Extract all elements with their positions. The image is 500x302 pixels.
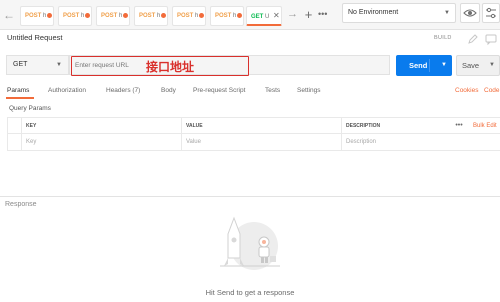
tab-method: POST (101, 13, 118, 19)
column-header-description: DESCRIPTION (341, 118, 447, 135)
unsaved-dot-icon (199, 12, 205, 18)
eye-icon (463, 9, 477, 17)
send-button-label: Send (409, 61, 428, 70)
tab-name: h (233, 13, 237, 19)
sliders-icon (486, 7, 496, 19)
unsaved-dot-icon (237, 12, 243, 18)
manage-environments-button[interactable] (482, 3, 500, 23)
tab-params[interactable]: Params (7, 87, 29, 94)
param-value-input[interactable]: Value (181, 134, 341, 151)
http-method-value: GET (13, 61, 28, 68)
scroll-left-icon[interactable]: ← (3, 8, 17, 22)
more-tabs-icon[interactable]: ••• (318, 9, 327, 19)
chevron-down-icon: ▼ (444, 10, 450, 16)
response-empty-hint: Hit Send to get a response (205, 288, 295, 297)
request-tab-active[interactable]: GET U ✕ (246, 6, 282, 26)
param-description-input[interactable]: Description (341, 134, 447, 151)
more-options-icon[interactable]: ••• (451, 118, 467, 135)
tab-body[interactable]: Body (161, 87, 176, 94)
environment-quick-look-button[interactable] (460, 3, 480, 23)
tab-method: POST (63, 13, 80, 19)
param-key-input[interactable]: Key (21, 134, 181, 151)
table-checkbox-column (7, 118, 21, 135)
request-tab[interactable]: POST h (134, 6, 168, 26)
tab-settings[interactable]: Settings (297, 87, 321, 94)
tab-name: h (195, 13, 199, 19)
request-tab[interactable]: POST h (210, 6, 244, 26)
comments-icon[interactable] (484, 32, 498, 46)
astronaut-illustration (214, 212, 286, 274)
chevron-down-icon[interactable]: ▼ (489, 56, 495, 75)
code-link[interactable]: Code (484, 87, 500, 94)
environment-select-value: No Environment (348, 9, 399, 16)
request-title[interactable]: Untitled Request (7, 33, 62, 42)
scroll-right-icon[interactable]: → (287, 8, 298, 20)
send-button-divider (429, 59, 430, 72)
tab-method: GET (251, 14, 264, 20)
edit-icon[interactable] (466, 32, 480, 46)
cookies-link[interactable]: Cookies (455, 87, 478, 94)
table-row: Key Value Description (7, 134, 500, 151)
build-mode-label: BUILD (434, 35, 452, 41)
tab-pre-request-script[interactable]: Pre-request Script (193, 87, 245, 94)
tab-headers[interactable]: Headers (7) (106, 87, 140, 94)
response-divider[interactable] (0, 196, 500, 197)
column-header-key: KEY (21, 118, 181, 135)
column-header-value: VALUE (181, 118, 341, 135)
response-title: Response (5, 201, 37, 208)
request-tab[interactable]: POST h (58, 6, 92, 26)
tab-name: h (119, 13, 123, 19)
unsaved-dot-icon (47, 12, 53, 18)
tab-method: POST (177, 13, 194, 19)
request-config-tabs: Params Authorization Headers (7) Body Pr… (0, 84, 500, 100)
tab-name: h (81, 13, 85, 19)
environment-select[interactable]: No Environment ▼ (342, 3, 456, 23)
unsaved-dot-icon (161, 12, 167, 18)
query-params-title: Query Params (9, 105, 51, 112)
active-tab-indicator (6, 97, 34, 99)
tab-name: U (265, 14, 270, 20)
annotation-label: 接口地址 (146, 60, 195, 74)
bulk-edit-link[interactable]: Bulk Edit (473, 118, 497, 135)
row-checkbox[interactable] (7, 134, 21, 151)
postman-window: ← POST h POST h POST h POST h POST h POS… (0, 0, 500, 302)
tab-method: POST (25, 13, 42, 19)
tab-name: h (43, 13, 47, 19)
request-tab[interactable]: POST h (20, 6, 54, 26)
unsaved-dot-icon (123, 12, 129, 18)
new-tab-button[interactable]: + (302, 7, 315, 22)
query-params-table: KEY VALUE DESCRIPTION ••• Bulk Edit Key … (7, 117, 500, 151)
request-tab[interactable]: POST h (96, 6, 130, 26)
table-header-row: KEY VALUE DESCRIPTION ••• Bulk Edit (7, 117, 500, 135)
chevron-down-icon: ▼ (56, 62, 62, 68)
tab-name: h (157, 13, 161, 19)
request-tab[interactable]: POST h (172, 6, 206, 26)
save-button-label: Save (462, 61, 480, 70)
unsaved-dot-icon (85, 12, 91, 18)
tab-method: POST (215, 13, 232, 19)
save-button[interactable]: Save ▼ (456, 55, 500, 76)
tab-method: POST (139, 13, 156, 19)
tab-authorization[interactable]: Authorization (48, 87, 86, 94)
send-button[interactable]: Send ▼ (396, 55, 452, 76)
request-tab-bar: ← POST h POST h POST h POST h POST h POS… (0, 0, 500, 30)
close-tab-icon[interactable]: ✕ (273, 11, 280, 20)
chevron-down-icon[interactable]: ▼ (441, 55, 447, 76)
tab-tests[interactable]: Tests (265, 87, 280, 94)
http-method-select[interactable]: GET ▼ (6, 55, 69, 75)
